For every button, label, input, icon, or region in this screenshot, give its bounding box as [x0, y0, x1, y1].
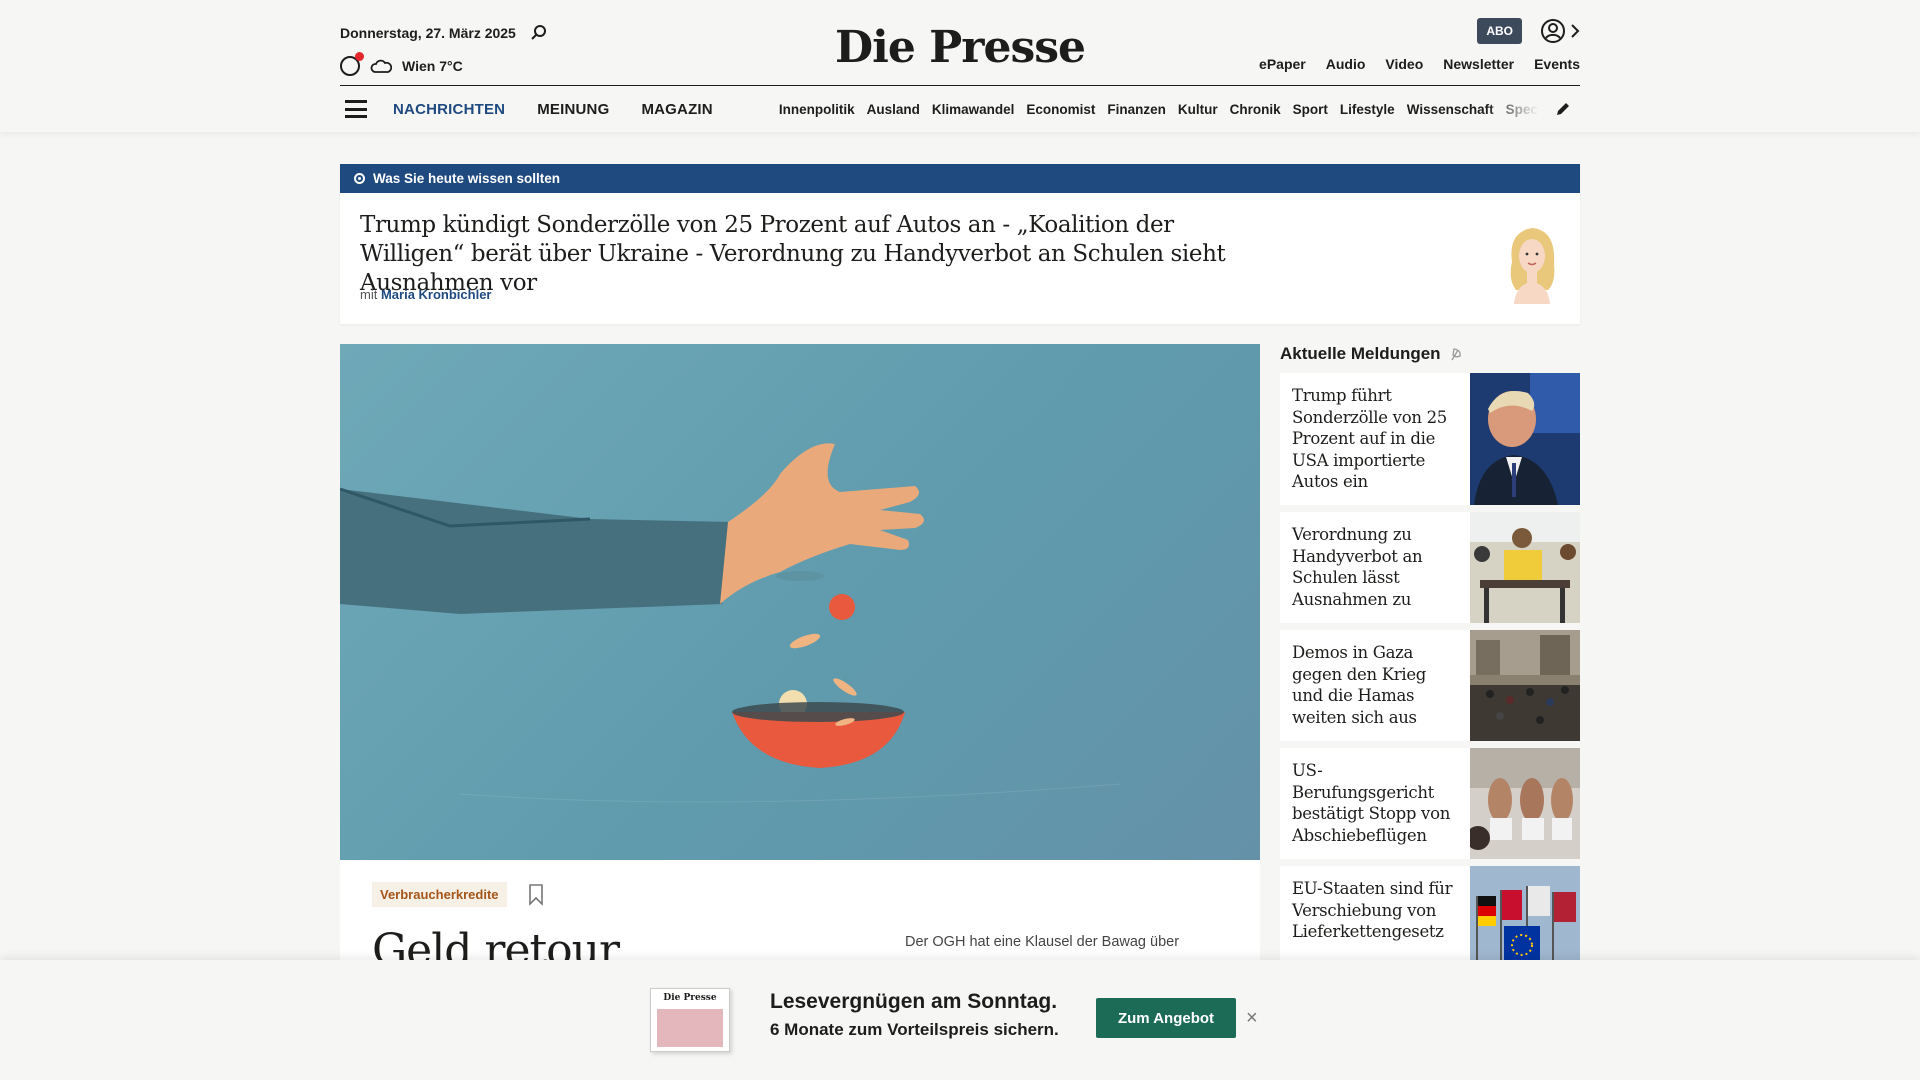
hamburger-menu-icon[interactable] [345, 100, 367, 118]
weather-row: Wien 7°C [340, 52, 548, 76]
nav-lifestyle[interactable]: Lifestyle [1340, 102, 1395, 117]
news-item-title[interactable]: Verordnung zu Handyverbot an Schulen läs… [1280, 512, 1470, 623]
primary-nav: NACHRICHTEN MEINUNG MAGAZIN [393, 101, 713, 118]
nav-meinung[interactable]: MEINUNG [537, 101, 609, 118]
nav-klimawandel[interactable]: Klimawandel [932, 102, 1015, 117]
weather-cloud-icon [370, 57, 392, 75]
abo-button[interactable]: ABO [1477, 18, 1522, 44]
site-logo[interactable]: Die Presse [835, 22, 1086, 73]
live-dot-icon [354, 173, 365, 184]
header-right: ABO ePaper Audio Video Newsletter Events [1259, 18, 1580, 72]
briefing-label: Was Sie heute wissen sollten [373, 171, 561, 186]
promo-magazine-logo: Die Presse [663, 993, 717, 1003]
logo-wrap: Die Presse [0, 22, 1920, 73]
current-date: Donnerstag, 27. März 2025 [340, 25, 516, 41]
news-item[interactable]: Verordnung zu Handyverbot an Schulen läs… [1280, 512, 1580, 623]
news-thumbnail-school [1470, 512, 1580, 623]
site-header: Donnerstag, 27. März 2025 Wien 7°C Die P… [0, 0, 1920, 132]
link-epaper[interactable]: ePaper [1259, 56, 1306, 72]
article-tag[interactable]: Verbraucherkredite [372, 882, 507, 907]
nav-innenpolitik[interactable]: Innenpolitik [779, 102, 855, 117]
section-nav: Innenpolitik Ausland Klimawandel Economi… [779, 102, 1539, 117]
user-account-icon[interactable] [1540, 18, 1580, 44]
briefing-bar: Was Sie heute wissen sollten [340, 164, 1580, 193]
pin-icon [1451, 348, 1461, 361]
author-prefix: mit [360, 287, 378, 302]
sidebar-heading: Aktuelle Meldungen [1280, 344, 1580, 364]
news-item[interactable]: US-Berufungsgericht bestätigt Stopp von … [1280, 748, 1580, 859]
header-left: Donnerstag, 27. März 2025 Wien 7°C [340, 24, 548, 76]
link-newsletter[interactable]: Newsletter [1443, 56, 1514, 72]
bookmark-icon[interactable] [528, 884, 544, 911]
promo-headline: Lesevergnügen am Sonntag. [770, 990, 1058, 1013]
promo-offer-button[interactable]: Zum Angebot [1096, 998, 1236, 1038]
date-row: Donnerstag, 27. März 2025 [340, 24, 548, 42]
link-video[interactable]: Video [1385, 56, 1423, 72]
nav-wissenschaft[interactable]: Wissenschaft [1407, 102, 1494, 117]
link-events[interactable]: Events [1534, 56, 1580, 72]
nav-sport[interactable]: Sport [1293, 102, 1328, 117]
hero-image[interactable] [340, 344, 1260, 860]
nav-nachrichten[interactable]: NACHRICHTEN [393, 101, 505, 118]
promo-text: Lesevergnügen am Sonntag. 6 Monate zum V… [770, 990, 1059, 1040]
nav-finanzen[interactable]: Finanzen [1107, 102, 1166, 117]
notification-bell-icon[interactable] [340, 52, 364, 76]
nav-economist[interactable]: Economist [1026, 102, 1095, 117]
account-row: ABO [1259, 18, 1580, 44]
news-item-title[interactable]: US-Berufungsgericht bestätigt Stopp von … [1280, 748, 1470, 859]
briefing-author: mit Maria Kronbichler [360, 287, 492, 302]
news-list: Trump führt Sonderzölle von 25 Prozent a… [1280, 373, 1580, 977]
news-item[interactable]: Trump führt Sonderzölle von 25 Prozent a… [1280, 373, 1580, 505]
author-name[interactable]: Maria Kronbichler [381, 287, 492, 302]
promo-magazine-cover [657, 1009, 723, 1047]
news-item[interactable]: Demos in Gaza gegen den Krieg und die Ha… [1280, 630, 1580, 741]
link-audio[interactable]: Audio [1326, 56, 1366, 72]
subscription-promo-banner: Die Presse Lesevergnügen am Sonntag. 6 M… [0, 960, 1920, 1080]
hero-teaser: Der OGH hat eine Klausel der Bawag über [905, 934, 1180, 950]
author-avatar [1502, 220, 1562, 309]
briefing-title[interactable]: Trump kündigt Sonderzölle von 25 Prozent… [360, 211, 1260, 298]
promo-magazine-image: Die Presse [650, 988, 730, 1052]
news-thumbnail-deportation [1470, 748, 1580, 859]
news-item-title[interactable]: Trump führt Sonderzölle von 25 Prozent a… [1280, 373, 1470, 505]
daily-briefing-card[interactable]: Was Sie heute wissen sollten Trump kündi… [340, 164, 1580, 324]
nav-chronik[interactable]: Chronik [1230, 102, 1281, 117]
latest-news-sidebar: Aktuelle Meldungen Trump führt Sonderzöl… [1280, 344, 1580, 984]
sidebar-heading-text: Aktuelle Meldungen [1280, 344, 1441, 363]
weather-text[interactable]: Wien 7°C [402, 58, 463, 74]
news-thumbnail-trump [1470, 373, 1580, 505]
service-links: ePaper Audio Video Newsletter Events [1259, 56, 1580, 72]
pencil-edit-icon[interactable] [1554, 100, 1572, 123]
news-item-title[interactable]: Demos in Gaza gegen den Krieg und die Ha… [1280, 630, 1470, 741]
nav-spectrum[interactable]: Spectrum [1506, 102, 1539, 117]
hero-illustration [340, 443, 1121, 803]
chevron-right-icon [1571, 24, 1580, 38]
close-icon[interactable]: × [1246, 1007, 1258, 1030]
nav-kultur[interactable]: Kultur [1178, 102, 1218, 117]
main-navigation: NACHRICHTEN MEINUNG MAGAZIN Innenpolitik… [340, 85, 1580, 132]
promo-subline: 6 Monate zum Vorteilspreis sichern. [770, 1020, 1059, 1039]
nav-ausland[interactable]: Ausland [867, 102, 920, 117]
news-thumbnail-gaza [1470, 630, 1580, 741]
nav-magazin[interactable]: MAGAZIN [641, 101, 712, 118]
search-icon[interactable] [530, 24, 548, 42]
